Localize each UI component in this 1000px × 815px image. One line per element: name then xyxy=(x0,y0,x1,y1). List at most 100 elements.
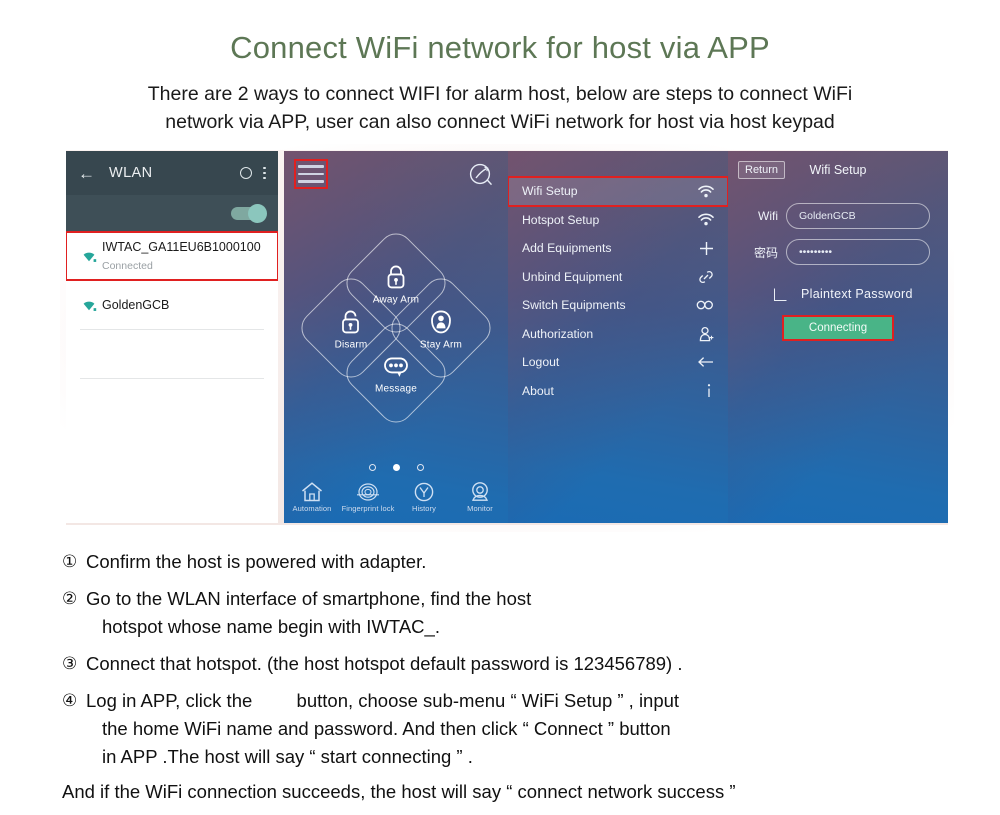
tab-label: Automation xyxy=(292,504,332,513)
step-number: ③ xyxy=(62,654,78,673)
home-icon xyxy=(302,482,322,502)
wifi-field-label: Wifi xyxy=(758,209,778,223)
subtitle-line-1: There are 2 ways to connect WIFI for ala… xyxy=(147,83,853,105)
menu-item-label: Add Equipments xyxy=(522,241,612,256)
infinity-icon xyxy=(692,299,714,311)
side-menu-list: Wifi Setup Hotspot Setup Add Equipments … xyxy=(508,176,728,406)
menu-item-label: Unbind Equipment xyxy=(522,269,623,284)
bottom-tab-bar: Automation Fingerprint lock History Moni… xyxy=(284,479,508,523)
phone-screen-home: Away Arm Disarm Stay Arm Message Automat… xyxy=(284,151,508,523)
tab-fingerprint-lock[interactable]: Fingerprint lock xyxy=(340,481,396,513)
info-icon xyxy=(692,383,714,399)
hamburger-menu-icon[interactable] xyxy=(294,159,328,189)
step-1: ① Confirm the host is powered with adapt… xyxy=(62,548,962,576)
wifi-secure-icon xyxy=(82,252,97,263)
list-divider xyxy=(80,378,264,379)
chat-bubble-icon xyxy=(384,357,408,377)
wlan-ssid: GoldenGCB xyxy=(102,298,170,312)
menu-item-hotspot-setup[interactable]: Hotspot Setup xyxy=(508,206,728,235)
wlan-toggle-bar xyxy=(66,195,278,232)
page-dot-active[interactable] xyxy=(392,464,400,471)
phone-screen-wifi-setup: Return Wifi Setup Wifi GoldenGCB 密码 ••••… xyxy=(728,151,948,523)
menu-item-label: Logout xyxy=(522,355,560,370)
step4-line-2: the home WiFi name and password. And the… xyxy=(102,718,671,739)
checkbox-unchecked-icon[interactable] xyxy=(774,287,787,301)
wlan-title: WLAN xyxy=(109,165,153,181)
menu-item-label: Switch Equipments xyxy=(522,298,626,313)
menu-item-switch-equipments[interactable]: Switch Equipments xyxy=(508,291,728,320)
clock-icon xyxy=(414,482,434,502)
step4-line-1a: Log in APP, click the xyxy=(86,690,253,711)
step-text: Go to the WLAN interface of smartphone, … xyxy=(86,585,962,641)
wifi-password-row: 密码 ••••••••• xyxy=(750,239,930,265)
step-2: ② Go to the WLAN interface of smartphone… xyxy=(62,585,962,641)
menu-item-authorization[interactable]: Authorization xyxy=(508,320,728,349)
menu-item-about[interactable]: About xyxy=(508,377,728,406)
instruction-steps: ① Confirm the host is powered with adapt… xyxy=(62,548,962,806)
wlan-header: ← WLAN xyxy=(66,151,278,195)
menu-item-label: Wifi Setup xyxy=(522,184,578,199)
tab-label: Fingerprint lock xyxy=(341,504,395,513)
wifi-toggle[interactable] xyxy=(231,204,267,223)
person-shield-icon xyxy=(431,310,451,334)
page-title: Connect WiFi network for host via APP xyxy=(230,30,770,65)
subtitle-line-2: network via APP, user can also connect W… xyxy=(165,111,835,133)
link-icon xyxy=(692,269,714,285)
plaintext-password-row[interactable]: Plaintext Password xyxy=(774,287,913,301)
page-indicator xyxy=(284,464,508,471)
padlock-open-icon xyxy=(342,310,359,334)
wlan-network-list: IWTAC_GA11EU6B1000100 Connected GoldenGC… xyxy=(66,231,278,523)
page-root: Connect WiFi network for host via APP Th… xyxy=(0,0,1000,815)
wlan-network-row-golden[interactable]: GoldenGCB xyxy=(66,281,278,329)
step-text: Connect that hotspot. (the host hotspot … xyxy=(86,653,683,674)
wlan-ssid: IWTAC_GA11EU6B1000100 xyxy=(102,240,261,254)
step4-line-3: in APP .The host will say “ start connec… xyxy=(102,746,473,767)
wlan-row-text: GoldenGCB xyxy=(102,296,169,314)
menu-item-unbind-equipment[interactable]: Unbind Equipment xyxy=(508,263,728,292)
left-arrow-icon xyxy=(692,356,714,368)
tab-label: History xyxy=(411,504,437,513)
menu-item-label: About xyxy=(522,383,554,398)
camera-icon xyxy=(472,482,488,501)
step-text: Log in APP, click the button, choose sub… xyxy=(86,687,962,771)
step-line-2: hotspot whose name begin with IWTAC_. xyxy=(102,616,440,637)
tab-automation[interactable]: Automation xyxy=(284,481,340,513)
circle-icon[interactable] xyxy=(240,167,253,179)
menu-item-logout[interactable]: Logout xyxy=(508,348,728,377)
wifi-password-input[interactable]: ••••••••• xyxy=(786,239,930,265)
closing-note: And if the WiFi connection succeeds, the… xyxy=(62,781,736,802)
screens-strip: ← WLAN IWTAC_GA11EU6B1000100 Connected G… xyxy=(66,150,948,525)
step-line-1: Go to the WLAN interface of smartphone, … xyxy=(86,588,532,609)
overflow-menu-icon[interactable] xyxy=(263,166,266,180)
wifi-secure-icon xyxy=(82,301,97,312)
tab-history[interactable]: History xyxy=(396,481,452,513)
menu-item-add-equipments[interactable]: Add Equipments xyxy=(508,234,728,263)
back-arrow-icon[interactable]: ← xyxy=(78,165,95,182)
page-dot[interactable] xyxy=(416,464,424,471)
wifi-setup-header: Return Wifi Setup xyxy=(728,159,948,185)
padlock-closed-icon xyxy=(387,265,405,289)
wifi-name-input[interactable]: GoldenGCB xyxy=(786,203,930,229)
step4-line-1b: button, choose sub-menu “ WiFi Setup ” ,… xyxy=(296,690,680,711)
menu-item-label: Authorization xyxy=(522,326,594,341)
plaintext-password-label: Plaintext Password xyxy=(801,287,913,301)
wlan-network-row-connected[interactable]: IWTAC_GA11EU6B1000100 Connected xyxy=(66,231,278,281)
step-3: ③ Connect that hotspot. (the host hotspo… xyxy=(62,650,962,678)
plus-icon xyxy=(692,241,714,256)
wifi-name-row: Wifi GoldenGCB xyxy=(750,203,930,229)
fingerprint-icon xyxy=(357,483,379,501)
wifi-icon xyxy=(692,213,714,226)
return-button[interactable]: Return xyxy=(738,161,786,179)
connecting-button[interactable]: Connecting xyxy=(782,315,894,341)
wlan-status: Connected xyxy=(102,260,153,272)
page-subtitle: There are 2 ways to connect WIFI for ala… xyxy=(60,80,940,136)
add-user-icon xyxy=(692,326,714,342)
scan-signal-icon[interactable] xyxy=(468,162,494,188)
step-4: ④ Log in APP, click the button, choose s… xyxy=(62,687,962,771)
step-text: Confirm the host is powered with adapter… xyxy=(86,551,427,572)
menu-item-wifi-setup[interactable]: Wifi Setup xyxy=(508,176,728,207)
step-number: ④ xyxy=(62,691,78,710)
tab-monitor[interactable]: Monitor xyxy=(452,481,508,513)
page-dot[interactable] xyxy=(368,464,376,471)
phone-screen-wlan: ← WLAN IWTAC_GA11EU6B1000100 Connected G… xyxy=(66,151,278,523)
